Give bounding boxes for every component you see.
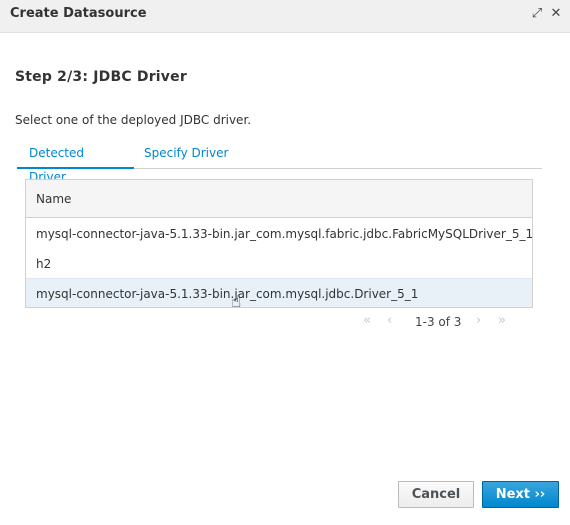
dialog-title: Create Datasource xyxy=(10,6,147,21)
next-button[interactable]: Next ›› xyxy=(482,481,559,508)
instruction-text: Select one of the deployed JDBC driver. xyxy=(15,113,252,127)
pager: « ‹ 1-3 of 3 › » xyxy=(360,312,520,332)
table-row-selected[interactable]: mysql-connector-java-5.1.33-bin.jar_com.… xyxy=(26,278,532,307)
driver-table: Name mysql-connector-java-5.1.33-bin.jar… xyxy=(25,179,533,308)
close-icon[interactable]: ✕ xyxy=(549,6,563,22)
maximize-icon[interactable]: ⤢ xyxy=(530,6,544,22)
table-row[interactable]: mysql-connector-java-5.1.33-bin.jar_com.… xyxy=(26,219,532,249)
prev-page-icon[interactable]: ‹ xyxy=(387,313,392,328)
last-page-icon[interactable]: » xyxy=(498,313,506,328)
create-datasource-dialog: Create Datasource ⤢ ✕ Step 2/3: JDBC Dri… xyxy=(0,0,570,525)
hand-cursor-icon: ☝ xyxy=(231,292,242,312)
cancel-button[interactable]: Cancel xyxy=(398,481,474,508)
tab-detected-driver[interactable]: Detected Driver xyxy=(17,141,134,184)
table-row[interactable]: h2 xyxy=(26,249,532,279)
dialog-titlebar: Create Datasource ⤢ ✕ xyxy=(0,0,570,33)
column-header-name[interactable]: Name xyxy=(36,192,71,206)
pager-info: 1-3 of 3 xyxy=(415,315,462,329)
tab-specify-driver[interactable]: Specify Driver xyxy=(132,141,257,169)
next-page-icon[interactable]: › xyxy=(476,313,481,328)
driver-tabs: Detected Driver Specify Driver xyxy=(17,141,542,184)
first-page-icon[interactable]: « xyxy=(363,313,371,328)
step-heading: Step 2/3: JDBC Driver xyxy=(15,69,187,85)
table-header: Name xyxy=(26,180,532,218)
